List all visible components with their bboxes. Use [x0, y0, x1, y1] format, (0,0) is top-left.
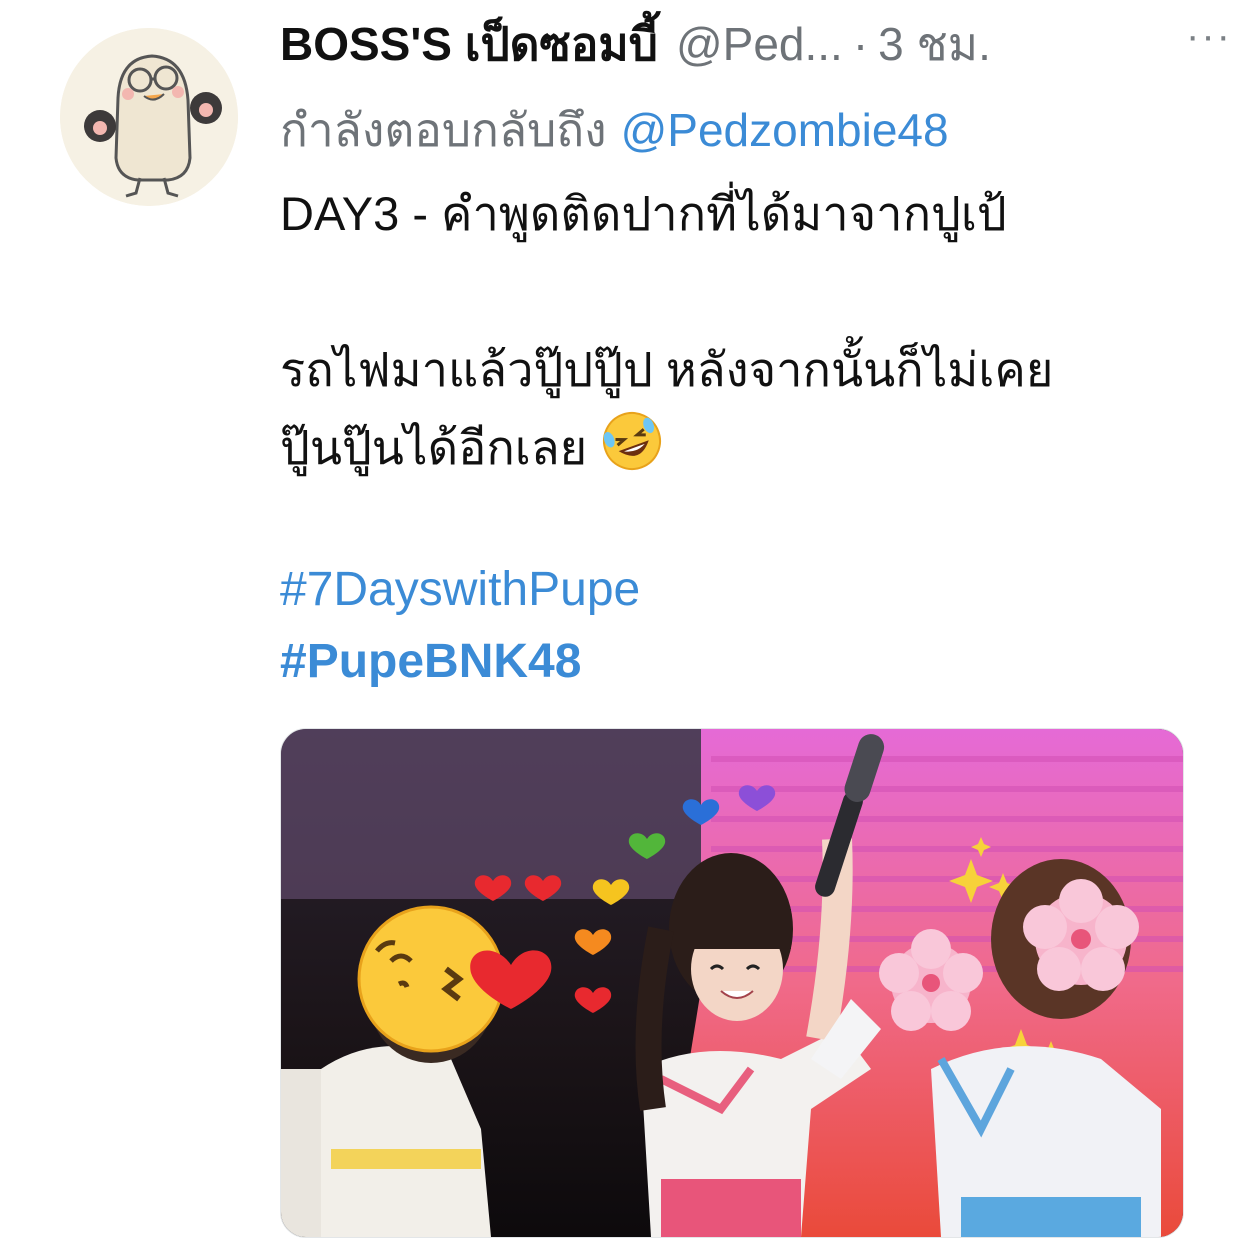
hashtag-link-1[interactable]: #7DayswithPupe [280, 562, 640, 617]
cartoon-mascot-icon [60, 28, 238, 206]
tweet-text-line-3-text: ปู๊นปู๊นได้อีกเลย [280, 421, 588, 474]
tweet[interactable]: BOSS'S เป็ดซอมบี้ @Ped... · 3 ชม. ··· กำ… [0, 0, 1242, 1245]
avatar[interactable] [60, 28, 238, 206]
tweet-header: BOSS'S เป็ดซอมบี้ @Ped... · 3 ชม. [280, 14, 1180, 74]
user-handle[interactable]: @Ped... [676, 17, 843, 71]
tweet-text-line-2: รถไฟมาแล้วปู๊ปปู๊ป หลังจากนั้นก็ไม่เคย [280, 343, 1054, 396]
tweet-text-line-3: ปู๊นปู๊นได้อีกเลย [280, 410, 663, 488]
more-options-icon[interactable]: ··· [1186, 14, 1232, 59]
concert-photo-image [281, 729, 1183, 1237]
rofl-emoji-icon [601, 410, 663, 488]
display-name[interactable]: BOSS'S เป็ดซอมบี้ [280, 8, 658, 81]
tweet-text-line-1: DAY3 - คำพูดติดปากที่ได้มาจากปูเป้ [280, 187, 1007, 240]
replying-prefix: กำลังตอบกลับถึง [280, 104, 607, 156]
separator-dot: · [852, 18, 869, 70]
replying-to: กำลังตอบกลับถึง @Pedzombie48 [280, 94, 949, 167]
timestamp[interactable]: 3 ชม. [878, 8, 991, 81]
hashtag-link-2[interactable]: #PupeBNK48 [280, 634, 581, 689]
tweet-media-photo[interactable] [280, 728, 1184, 1238]
replying-mention-link[interactable]: @Pedzombie48 [621, 104, 949, 156]
